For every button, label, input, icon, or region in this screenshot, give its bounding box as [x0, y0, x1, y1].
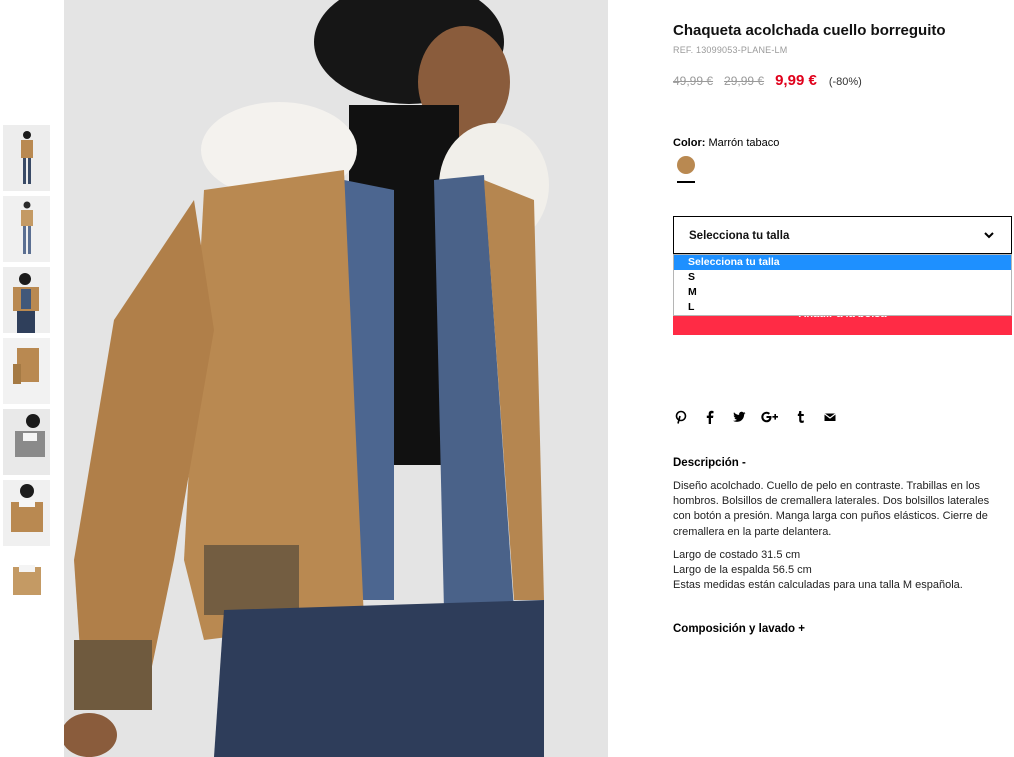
size-option-s[interactable]: S	[674, 270, 1011, 285]
thumbnail-4[interactable]	[3, 338, 50, 404]
tumblr-icon[interactable]	[793, 409, 809, 425]
size-option-m[interactable]: M	[674, 285, 1011, 300]
pinterest-icon[interactable]	[673, 409, 689, 425]
size-option-placeholder[interactable]: Selecciona tu talla	[674, 255, 1011, 270]
thumbnail-gallery	[3, 125, 50, 622]
measures-list: Largo de costado 31.5 cm Largo de la esp…	[673, 548, 1008, 594]
facebook-icon[interactable]	[702, 409, 718, 425]
composition-toggle[interactable]: Composición y lavado +	[673, 623, 805, 635]
size-select-label: Selecciona tu talla	[689, 230, 790, 242]
current-price: 9,99 €	[775, 72, 817, 89]
thumbnail-5[interactable]	[3, 409, 50, 475]
product-ref: REF. 13099053-PLANE-LM	[673, 45, 788, 55]
google-plus-icon[interactable]	[760, 409, 780, 425]
original-price: 49,99 €	[673, 74, 714, 88]
size-dropdown-list: Selecciona tu talla S M L	[673, 254, 1012, 316]
color-swatch-marron-tabaco[interactable]	[677, 156, 695, 174]
description-toggle[interactable]: Descripción -	[673, 457, 746, 469]
chevron-down-icon	[984, 232, 994, 239]
measure-line: Largo de costado 31.5 cm	[673, 549, 801, 561]
swatch-selected-indicator	[677, 181, 695, 183]
thumbnail-3[interactable]	[3, 267, 50, 333]
size-option-l[interactable]: L	[674, 300, 1011, 315]
thumbnail-2[interactable]	[3, 196, 50, 262]
main-product-image	[64, 0, 608, 757]
description-text: Diseño acolchado. Cuello de pelo en cont…	[673, 480, 990, 538]
color-value: Marrón tabaco	[708, 137, 780, 149]
thumbnail-7[interactable]	[3, 551, 50, 617]
color-label-key: Color:	[673, 137, 706, 149]
share-bar	[673, 409, 851, 425]
size-select[interactable]: Selecciona tu talla	[673, 216, 1012, 254]
thumbnail-1[interactable]	[3, 125, 50, 191]
thumbnail-6[interactable]	[3, 480, 50, 546]
product-title: Chaqueta acolchada cuello borreguito	[673, 22, 946, 39]
previous-price: 29,99 €	[724, 74, 765, 88]
twitter-icon[interactable]	[731, 409, 747, 425]
measure-line: Estas medidas están calculadas para una …	[673, 579, 963, 592]
measure-line: Largo de la espalda 56.5 cm	[673, 564, 812, 577]
color-label: Color: Marrón tabaco	[673, 137, 779, 149]
email-icon[interactable]	[822, 409, 838, 425]
discount-badge: (-80%)	[828, 76, 862, 88]
price-row: 49,99 € 29,99 € 9,99 € (-80%)	[673, 72, 862, 89]
